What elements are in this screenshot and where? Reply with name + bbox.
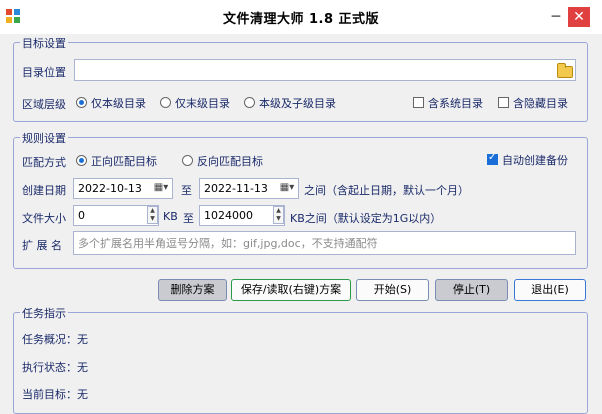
date-label: 创建日期 — [22, 184, 66, 197]
folder-browse-icon[interactable] — [557, 63, 573, 78]
date-from-calendar-icon[interactable]: ▦▾ — [150, 179, 172, 197]
size-from-spinner[interactable]: ▲ ▼ — [147, 206, 158, 224]
start-button[interactable]: 开始(S) — [356, 279, 429, 301]
size-note: KB之间（默认设定为1G以内） — [290, 212, 442, 225]
auto-backup-checkbox[interactable] — [487, 152, 498, 165]
include-hidden-label[interactable]: 含隐藏目录 — [513, 95, 568, 111]
task-legend: 任务指示 — [20, 305, 68, 321]
size-to-spinner[interactable]: ▲ ▼ — [273, 206, 284, 224]
size-to-label: 至 — [183, 212, 194, 225]
close-button[interactable]: ✕ — [568, 7, 590, 27]
scope-option-last[interactable]: 仅末级目录 — [175, 95, 230, 111]
include-hidden-checkbox[interactable] — [498, 97, 509, 108]
scope-radio-last[interactable] — [160, 97, 171, 108]
rule-settings-legend: 规则设置 — [20, 130, 68, 146]
include-system-checkbox[interactable] — [413, 97, 424, 108]
target-settings-legend: 目标设置 — [20, 35, 68, 51]
task-current-target: 当前目标：无 — [22, 388, 88, 401]
scope-option-current[interactable]: 仅本级目录 — [91, 95, 146, 111]
title-bar: 文件清理大师 1.8 正式版 ─ ✕ — [0, 0, 602, 34]
match-label: 匹配方式 — [22, 156, 66, 169]
stop-button[interactable]: 停止(T) — [435, 279, 508, 301]
scope-radio-all[interactable] — [244, 97, 255, 108]
scope-radio-current[interactable] — [76, 97, 87, 108]
task-status: 执行状态：无 — [22, 361, 88, 374]
match-option-reverse[interactable]: 反向匹配目标 — [197, 153, 263, 169]
ext-input[interactable]: 多个扩展名用半角逗号分隔，如：gif,jpg,doc，不支持通配符 — [73, 231, 576, 255]
save-load-scheme-button[interactable]: 保存/读取(右键)方案 — [231, 279, 351, 301]
ext-placeholder: 多个扩展名用半角逗号分隔，如：gif,jpg,doc，不支持通配符 — [78, 237, 378, 250]
size-from-unit: KB — [163, 210, 178, 223]
window-title: 文件清理大师 1.8 正式版 — [222, 12, 380, 27]
ext-label: 扩 展 名 — [22, 239, 62, 252]
task-group: 任务指示 — [13, 305, 588, 414]
exit-button[interactable]: 退出(E) — [514, 279, 586, 301]
scope-label: 区域层级 — [22, 98, 66, 111]
scope-option-all[interactable]: 本级及子级目录 — [259, 95, 336, 111]
match-radio-forward[interactable] — [76, 155, 87, 166]
delete-scheme-button[interactable]: 删除方案 — [158, 279, 227, 301]
date-to-label: 至 — [181, 184, 192, 197]
auto-backup-label[interactable]: 自动创建备份 — [502, 152, 568, 168]
minimize-button[interactable]: ─ — [545, 6, 567, 28]
date-to-calendar-icon[interactable]: ▦▾ — [276, 179, 298, 197]
include-system-label[interactable]: 含系统目录 — [428, 95, 483, 111]
dir-input[interactable] — [74, 59, 576, 81]
match-radio-reverse[interactable] — [182, 155, 193, 166]
size-label: 文件大小 — [22, 212, 66, 225]
dir-label: 目录位置 — [22, 66, 66, 79]
date-note: 之间（含起止日期，默认一个月） — [304, 184, 469, 197]
task-overview: 任务概况：无 — [22, 333, 88, 346]
match-option-forward[interactable]: 正向匹配目标 — [91, 153, 157, 169]
